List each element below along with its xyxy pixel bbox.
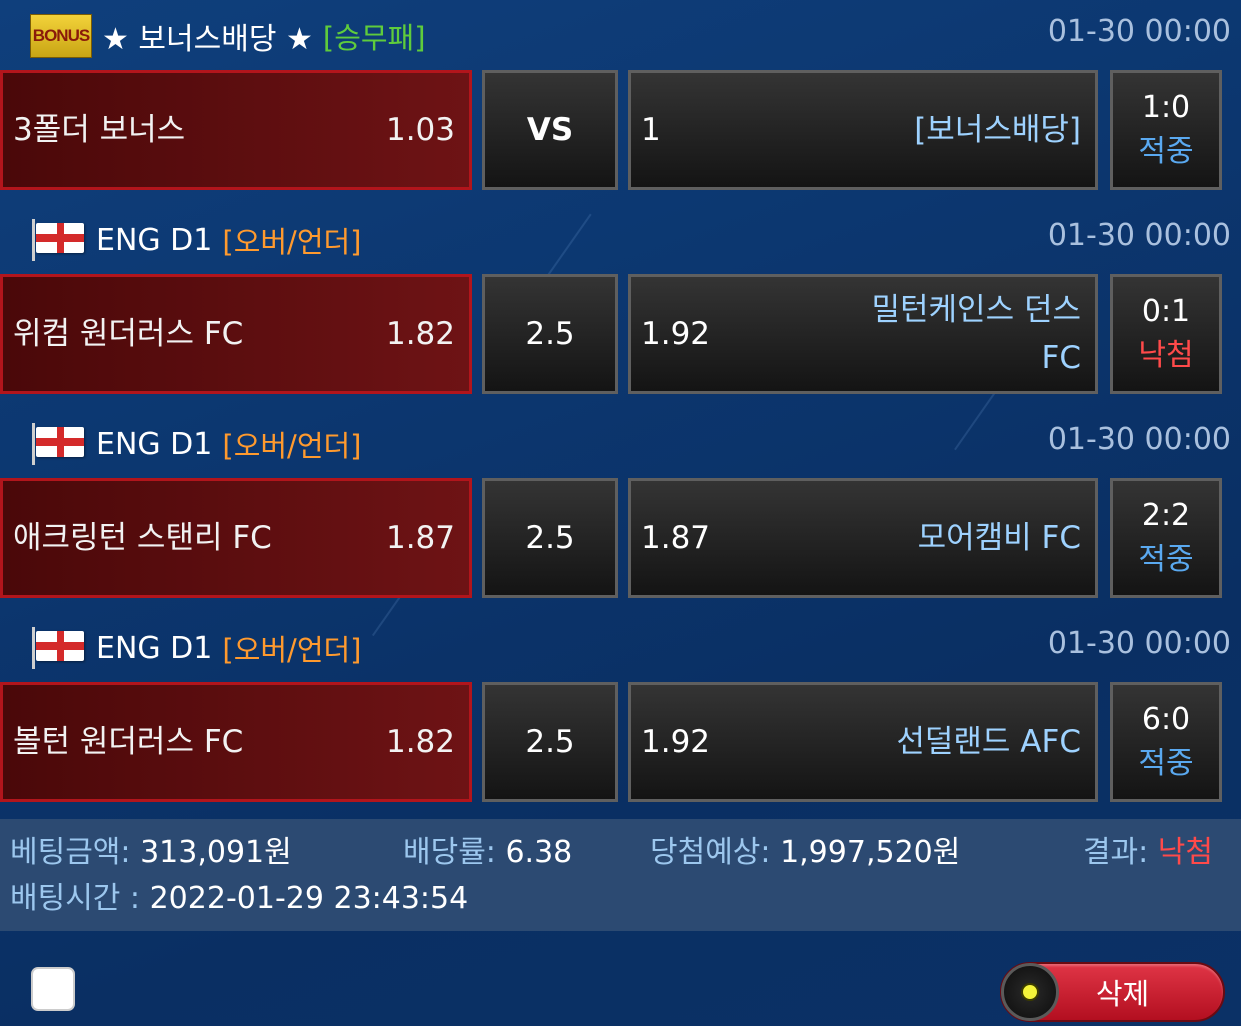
- toggle-knob-icon: [1001, 963, 1059, 1021]
- home-selection[interactable]: 볼턴 원더러스 FC 1.82: [0, 682, 472, 802]
- result-status: 낙첨: [1138, 338, 1194, 373]
- match-datetime: 01-30 00:00: [1047, 422, 1231, 457]
- away-selection[interactable]: 1.92 밀턴케인스 던스 FC: [628, 274, 1098, 394]
- bet-header: ENG D1 [오버/언더] 01-30 00:00: [0, 612, 1241, 682]
- expected-payout: 당첨예상: 1,997,520원: [650, 827, 960, 871]
- league-title: ENG D1: [96, 222, 213, 258]
- league-title: ENG D1: [96, 630, 213, 666]
- home-odds: 1.03: [385, 112, 455, 148]
- bet-section: ENG D1 [오버/언더] 01-30 00:00 볼턴 원더러스 FC 1.…: [0, 612, 1241, 816]
- league-title: ENG D1: [96, 426, 213, 462]
- away-selection[interactable]: 1 [보너스배당]: [628, 70, 1098, 190]
- bet-header: BONUS ★ 보너스배당 ★ [승무패] 01-30 00:00: [0, 0, 1241, 70]
- match-result: 0:1 낙첨: [1110, 274, 1222, 394]
- england-flag-icon: [30, 423, 86, 465]
- home-odds: 1.82: [385, 724, 455, 760]
- expected-payout-value: 1,997,520원: [780, 835, 961, 870]
- away-team-name: 선덜랜드 AFC: [896, 724, 1081, 760]
- odds-rate: 배당률: 6.38: [403, 827, 572, 871]
- away-odds: 1.92: [641, 724, 711, 760]
- odds-rate-label: 배당률:: [403, 835, 496, 870]
- result-status: 적중: [1138, 746, 1194, 781]
- away-odds: 1: [641, 112, 661, 148]
- middle-cell[interactable]: 2.5: [482, 682, 618, 802]
- away-selection[interactable]: 1.92 선덜랜드 AFC: [628, 682, 1098, 802]
- bet-amount-label: 베팅금액:: [10, 835, 131, 870]
- home-team-name: 볼턴 원더러스 FC: [13, 724, 244, 760]
- league-title: ★ 보너스배당 ★: [102, 22, 313, 57]
- england-flag-icon: [30, 627, 86, 669]
- home-selection[interactable]: 3폴더 보너스 1.03: [0, 70, 472, 190]
- delete-button[interactable]: 삭제: [1000, 962, 1225, 1022]
- bet-header: ENG D1 [오버/언더] 01-30 00:00: [0, 204, 1241, 274]
- match-datetime: 01-30 00:00: [1047, 218, 1231, 253]
- bet-time: 배팅시간 : 2022-01-29 23:43:54: [10, 873, 468, 917]
- result-score: 1:0: [1141, 90, 1191, 125]
- bet-time-value: 2022-01-29 23:43:54: [149, 881, 469, 916]
- middle-cell[interactable]: 2.5: [482, 478, 618, 598]
- home-team-name: 애크링턴 스탠리 FC: [13, 520, 272, 556]
- bonus-badge-icon: BONUS: [30, 14, 92, 58]
- away-team-name: [보너스배당]: [914, 112, 1081, 148]
- middle-cell[interactable]: 2.5: [482, 274, 618, 394]
- bet-result-label: 결과:: [1082, 835, 1149, 870]
- middle-cell[interactable]: VS: [482, 70, 618, 190]
- match-datetime: 01-30 00:00: [1047, 14, 1231, 49]
- away-team-name: 밀턴케인스 던스 FC: [871, 292, 1082, 376]
- select-checkbox[interactable]: [31, 967, 75, 1011]
- home-team-name: 3폴더 보너스: [13, 112, 186, 148]
- bet-summary: 베팅금액: 313,091원 배당률: 6.38 당첨예상: 1,997,520…: [0, 819, 1241, 931]
- home-odds: 1.82: [385, 316, 455, 352]
- england-flag-icon: [30, 219, 86, 261]
- bet-amount: 베팅금액: 313,091원: [10, 827, 292, 871]
- bet-type-tag: [오버/언더]: [222, 225, 362, 259]
- home-selection[interactable]: 위컴 원더러스 FC 1.82: [0, 274, 472, 394]
- match-result: 2:2 적중: [1110, 478, 1222, 598]
- bet-section: ENG D1 [오버/언더] 01-30 00:00 위컴 원더러스 FC 1.…: [0, 204, 1241, 408]
- result-status: 적중: [1138, 542, 1194, 577]
- bet-section: BONUS ★ 보너스배당 ★ [승무패] 01-30 00:00 3폴더 보너…: [0, 0, 1241, 204]
- bet-section: ENG D1 [오버/언더] 01-30 00:00 애크링턴 스탠리 FC 1…: [0, 408, 1241, 612]
- bet-type-tag: [오버/언더]: [222, 429, 362, 463]
- result-score: 2:2: [1141, 498, 1191, 533]
- delete-button-label: 삭제: [1095, 977, 1150, 1011]
- summary-row: 배팅시간 : 2022-01-29 23:43:54: [0, 873, 1241, 917]
- away-odds: 1.87: [641, 520, 711, 556]
- match-result: 1:0 적중: [1110, 70, 1222, 190]
- result-status: 적중: [1138, 134, 1194, 169]
- home-odds: 1.87: [385, 520, 455, 556]
- bet-time-label: 배팅시간 :: [10, 881, 141, 916]
- bet-result: 결과: 낙첨: [1083, 827, 1213, 871]
- expected-payout-label: 당첨예상:: [650, 835, 771, 870]
- result-score: 6:0: [1141, 702, 1191, 737]
- away-selection[interactable]: 1.87 모어캠비 FC: [628, 478, 1098, 598]
- bet-result-value: 낙첨: [1157, 835, 1213, 870]
- summary-row: 베팅금액: 313,091원 배당률: 6.38 당첨예상: 1,997,520…: [0, 827, 1241, 871]
- bet-type-tag: [승무패]: [322, 21, 426, 55]
- home-team-name: 위컴 원더러스 FC: [13, 316, 244, 352]
- home-selection[interactable]: 애크링턴 스탠리 FC 1.87: [0, 478, 472, 598]
- match-result: 6:0 적중: [1110, 682, 1222, 802]
- result-score: 0:1: [1141, 294, 1191, 329]
- odds-rate-value: 6.38: [505, 835, 573, 870]
- away-odds: 1.92: [641, 316, 711, 352]
- match-datetime: 01-30 00:00: [1047, 626, 1231, 661]
- bet-amount-value: 313,091원: [140, 835, 292, 870]
- bet-type-tag: [오버/언더]: [222, 633, 362, 667]
- bet-header: ENG D1 [오버/언더] 01-30 00:00: [0, 408, 1241, 478]
- away-team-name: 모어캠비 FC: [917, 520, 1081, 556]
